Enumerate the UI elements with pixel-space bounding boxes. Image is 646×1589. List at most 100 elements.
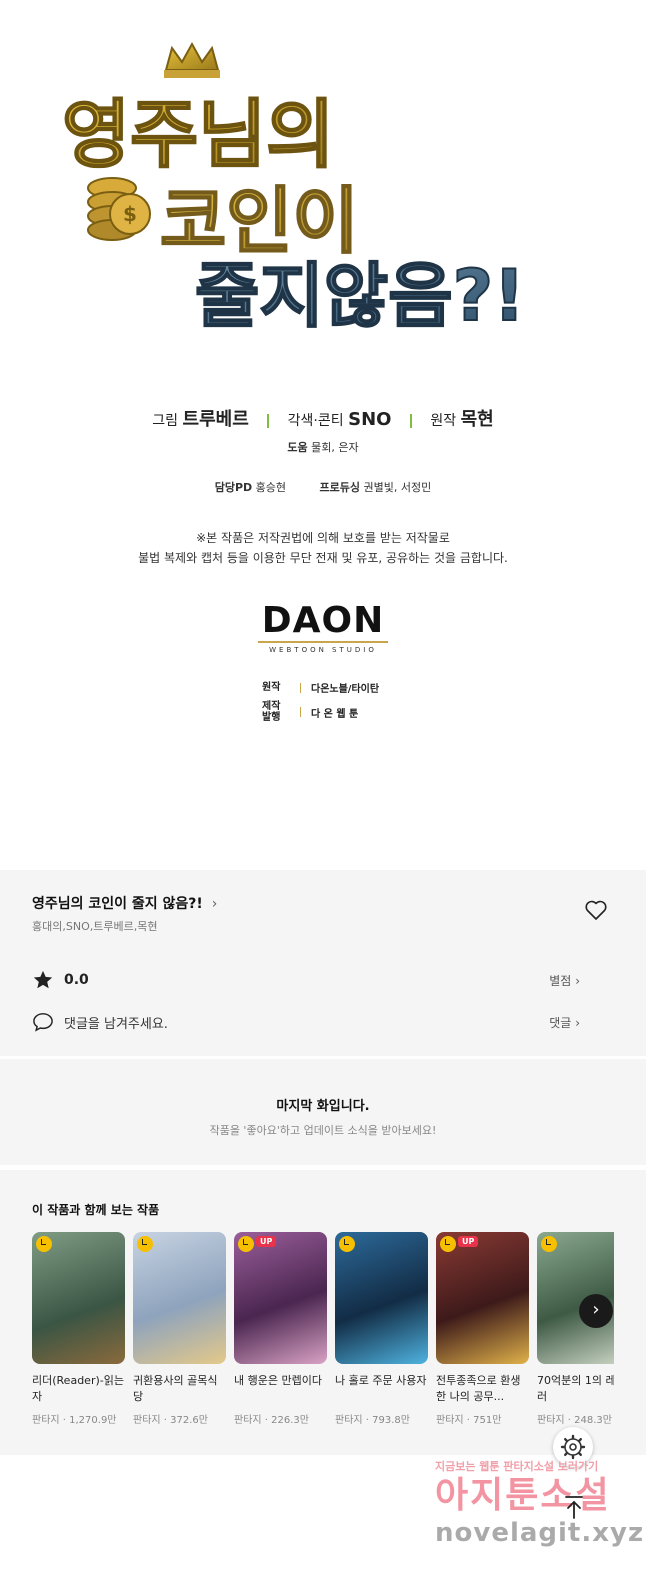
series-title-text: 영주님의 코인이 줄지 않음?!	[32, 896, 203, 912]
scroll-top-button[interactable]	[560, 1493, 588, 1521]
comment-link-label: 댓글	[549, 1015, 572, 1030]
clock-icon	[238, 1236, 254, 1252]
site-watermark: 지금보는 웹툰 판타지소설 보러가기 아지툰소설 novelagit.xyz	[435, 1458, 645, 1586]
rec-card[interactable]: 리더(Reader)-읽는자 판타지 · 1,270.9만	[32, 1232, 125, 1426]
copyright-notice: ※본 작품은 저작권법에 의해 보호를 받는 저작물로 불법 복제와 캡처 등을…	[0, 528, 646, 568]
clock-icon	[440, 1236, 456, 1252]
divider	[300, 682, 301, 693]
producing-label: 프로듀싱	[319, 481, 361, 494]
rec-title: 전투종족으로 환생한 나의 공무...	[436, 1374, 521, 1403]
speech-bubble-icon	[33, 1013, 53, 1032]
arrow-up-icon	[565, 1496, 583, 1519]
clock-icon	[339, 1236, 355, 1252]
rec-card[interactable]: 귀환용사의 골목식당 판타지 · 372.6만	[133, 1232, 226, 1426]
story-name: SNO	[348, 409, 392, 430]
rec-card[interactable]: UP 전투종족으로 환생한 나의 공무... 판타지 · 751만	[436, 1232, 529, 1426]
rec-thumbnail: UP	[234, 1232, 327, 1364]
up-badge: UP	[256, 1236, 277, 1247]
rec-card[interactable]: 70억분의 1의 레귤러 판타지 · 248.3만	[537, 1232, 614, 1426]
studio-logo: DAON WEBTOON STUDIO	[258, 603, 388, 654]
original-label: 원작	[430, 413, 457, 429]
star-icon	[33, 970, 53, 989]
crown-icon	[164, 41, 220, 78]
rec-title: 내 행운은 만렙이다	[234, 1374, 322, 1387]
studio-produce-value: 다 온 웹 툰	[311, 708, 359, 720]
rec-title: 70억분의 1의 레귤러	[537, 1374, 614, 1403]
rec-meta: 판타지 · 248.3만	[537, 1415, 612, 1426]
rating-value: 0.0	[64, 972, 89, 988]
credits-help-row: 도움 물회, 은자	[0, 439, 646, 455]
rec-card[interactable]: 나 홀로 주문 사용자 판타지 · 793.8만	[335, 1232, 428, 1426]
chevron-right-icon: ›	[211, 896, 218, 912]
last-episode-subtitle: 작품을 '좋아요'하고 업데이트 소식을 받아보세요!	[209, 1124, 437, 1137]
last-episode-panel: 마지막 화입니다. 작품을 '좋아요'하고 업데이트 소식을 받아보세요!	[0, 1059, 646, 1165]
studio-original-label: 원작	[262, 682, 281, 693]
studio-original-value: 다온노블/타이탄	[311, 684, 380, 695]
clock-icon	[137, 1236, 153, 1252]
next-arrow-button[interactable]: ›	[579, 1294, 613, 1328]
chevron-right-icon: ›	[575, 1015, 580, 1030]
series-title-link[interactable]: 영주님의 코인이 줄지 않음?! ›	[32, 893, 217, 913]
coin-stack-icon: $	[87, 177, 151, 241]
rec-title: 귀환용사의 골목식당	[133, 1374, 218, 1403]
last-episode-title: 마지막 화입니다.	[276, 1099, 370, 1114]
comment-link[interactable]: 댓글 ›	[549, 1014, 580, 1031]
rec-title: 나 홀로 주문 사용자	[335, 1374, 427, 1387]
studio-info: 원작 다온노블/타이탄 제작 발행 다 온 웹 툰	[262, 680, 379, 729]
help-names: 물회, 은자	[311, 441, 359, 454]
notice-line-1: ※본 작품은 저작권법에 의해 보호를 받는 저작물로	[196, 531, 450, 545]
recommendations-heading: 이 작품과 함께 보는 작품	[32, 1203, 160, 1217]
chevron-right-icon: ›	[575, 973, 580, 988]
rating-link-label: 별점	[549, 973, 572, 988]
original-name: 목현	[460, 409, 494, 430]
story-label: 각색·콘티	[287, 413, 344, 429]
credits-main-row: 그림 트루베르 각색·콘티 SNO 원작 목현	[0, 405, 646, 431]
svg-text:$: $	[123, 202, 137, 226]
rec-thumbnail	[133, 1232, 226, 1364]
rec-meta: 판타지 · 751만	[436, 1415, 502, 1426]
studio-underline	[258, 641, 388, 643]
credits: 그림 트루베르 각색·콘티 SNO 원작 목현 도움 물회, 은자 담당PD 홍…	[0, 405, 646, 495]
watermark-line-3: novelagit.xyz	[435, 1518, 645, 1548]
rec-meta: 판타지 · 226.3만	[234, 1415, 309, 1426]
studio-sub: WEBTOON STUDIO	[269, 646, 377, 654]
rec-meta: 판타지 · 793.8만	[335, 1415, 410, 1426]
comment-placeholder: 댓글을 남겨주세요.	[64, 1016, 168, 1032]
chevron-right-icon: ›	[592, 1299, 600, 1320]
clock-icon	[36, 1236, 52, 1252]
pd-name: 홍승현	[255, 481, 287, 494]
studio-name: DAON	[261, 600, 385, 641]
title-line-2: 코인이	[160, 179, 359, 263]
art-label: 그림	[152, 413, 179, 429]
studio-produce-label: 제작 발행	[262, 701, 281, 723]
series-title-logo: $ 영주님의 코인이 줄지않음?!	[0, 0, 646, 380]
heart-icon[interactable]	[584, 899, 608, 921]
clock-icon	[541, 1236, 557, 1252]
rec-card[interactable]: UP 내 행운은 만렙이다 판타지 · 226.3만	[234, 1232, 327, 1426]
divider	[267, 414, 270, 428]
divider	[409, 414, 412, 428]
title-line-1: 영주님의	[62, 92, 334, 178]
rec-meta: 판타지 · 372.6만	[133, 1415, 208, 1426]
title-line-3: 줄지않음?!	[195, 255, 525, 337]
rating-link[interactable]: 별점 ›	[549, 972, 580, 989]
rec-thumbnail	[32, 1232, 125, 1364]
rec-meta: 판타지 · 1,270.9만	[32, 1415, 117, 1426]
notice-line-2: 불법 복제와 캡처 등을 이용한 무단 전재 및 유포, 공유하는 것을 금합니…	[138, 551, 508, 565]
credits-staff-row: 담당PD 홍승현 프로듀싱 권별빛, 서정민	[0, 479, 646, 495]
comment-row[interactable]: 댓글을 남겨주세요. 댓글 ›	[32, 1010, 612, 1034]
watermark-line-2: 아지툰소설	[435, 1475, 611, 1516]
series-authors: 홍대의,SNO,트루베르,목현	[32, 920, 158, 933]
divider	[300, 707, 301, 717]
art-name: 트루베르	[182, 409, 249, 430]
help-label: 도움	[287, 441, 308, 454]
rec-thumbnail	[335, 1232, 428, 1364]
rating-row: 0.0 별점 ›	[32, 968, 612, 992]
rec-title: 리더(Reader)-읽는자	[32, 1374, 124, 1403]
watermark-line-1: 지금보는 웹툰 판타지소설 보러가기	[435, 1460, 599, 1473]
rec-thumbnail: UP	[436, 1232, 529, 1364]
pd-label: 담당PD	[214, 481, 253, 494]
producing-names: 권별빛, 서정민	[363, 481, 432, 494]
recommendations-list: 리더(Reader)-읽는자 판타지 · 1,270.9만 귀환용사의 골목식당…	[32, 1232, 614, 1432]
up-badge: UP	[458, 1236, 479, 1247]
